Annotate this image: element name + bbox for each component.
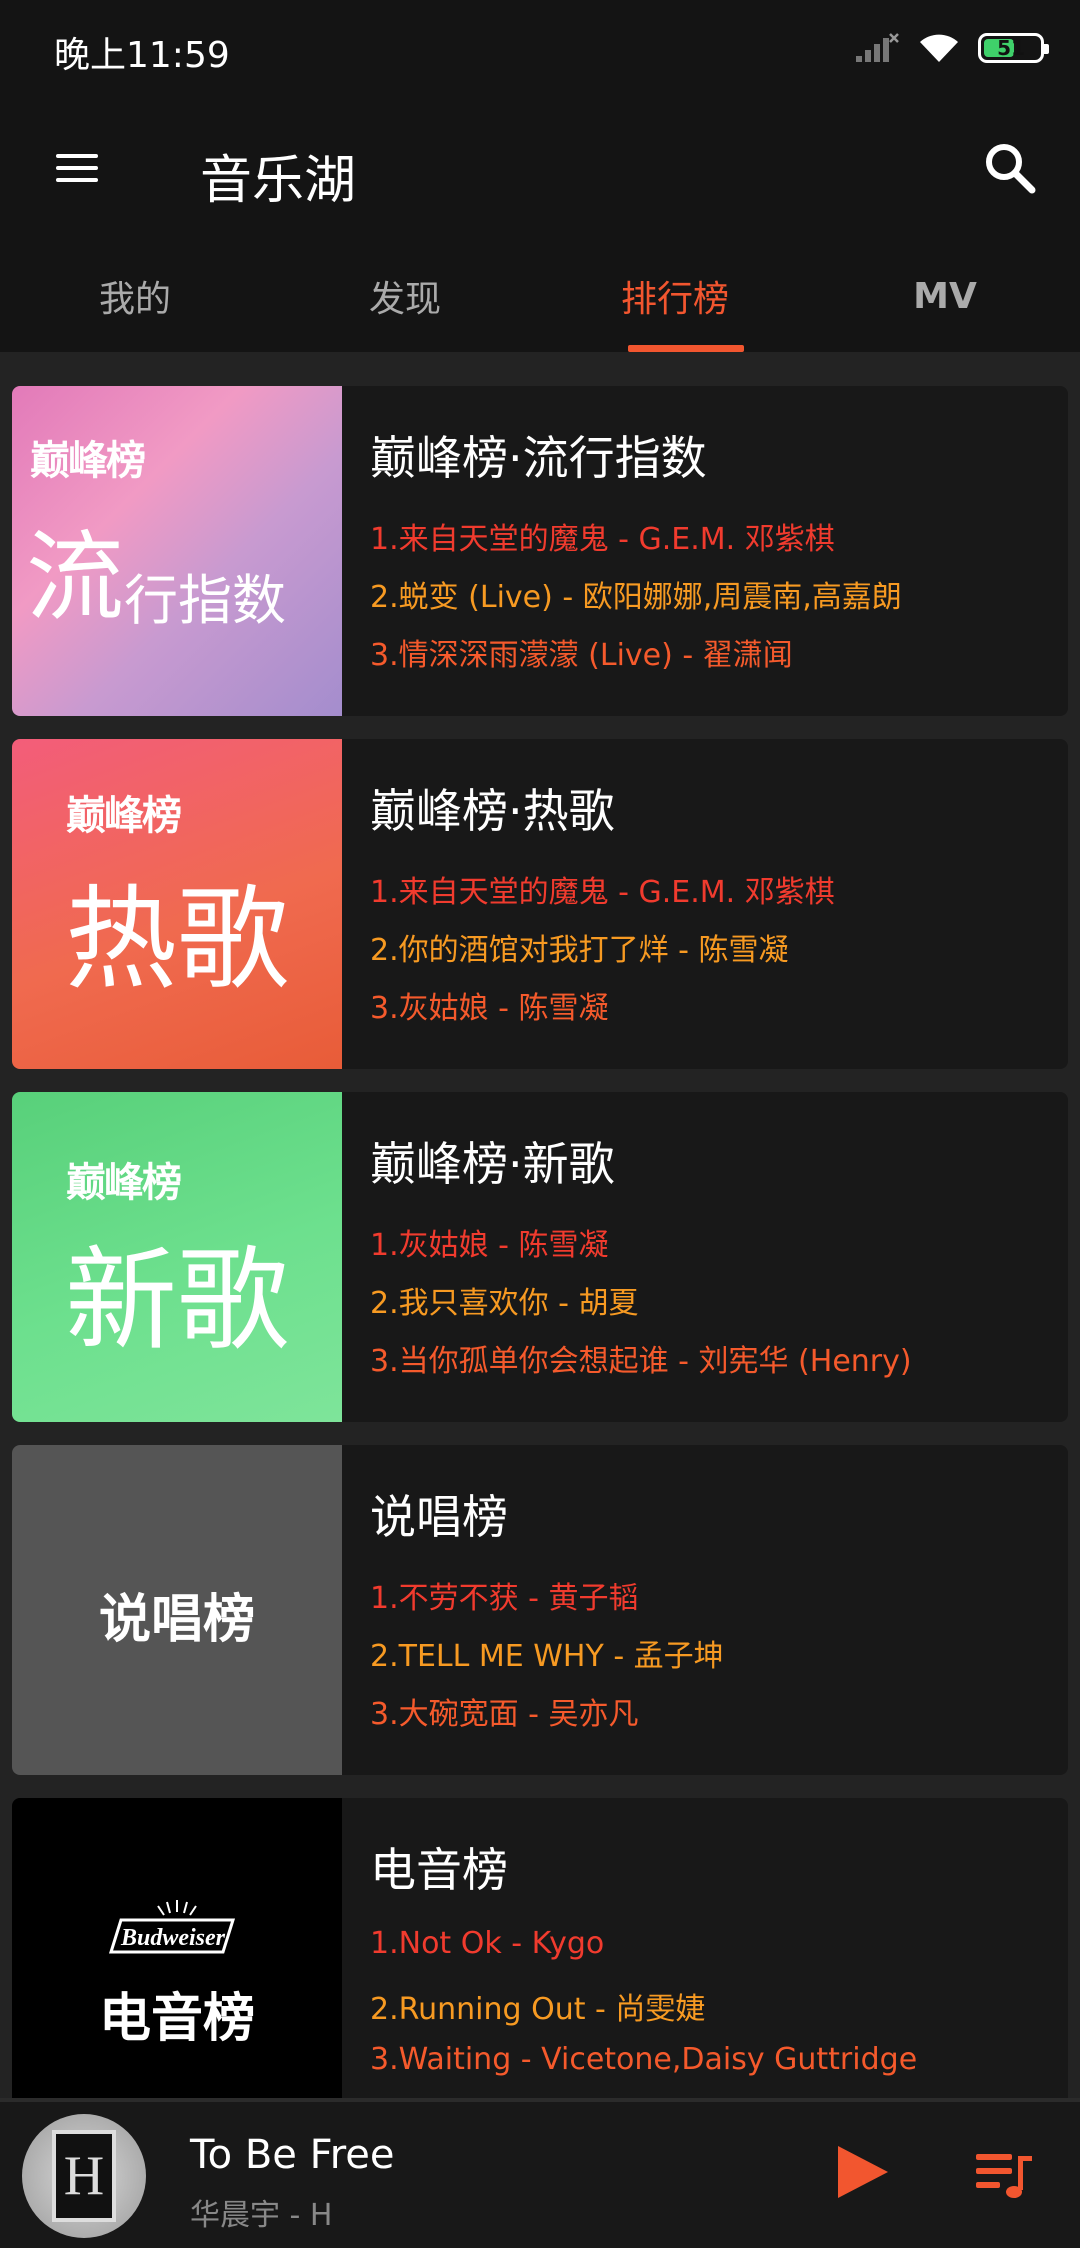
chart-song-1: 1.来自天堂的魔鬼 - G.E.M. 邓紫棋 xyxy=(370,875,835,910)
chart-info: 说唱榜 1.不劳不获 - 黄子韬 2.TELL ME WHY - 孟子坤 3.大… xyxy=(370,1445,1058,1775)
tab-mv[interactable]: MV xyxy=(810,240,1080,352)
cover-text: 电音榜 xyxy=(98,1989,255,2049)
album-art[interactable]: H xyxy=(22,2114,146,2238)
tab-discover[interactable]: 发现 xyxy=(270,240,540,352)
chart-cover: 巅峰榜 流 行指数 xyxy=(12,386,342,716)
chart-card-hot-songs[interactable]: 巅峰榜 热歌 巅峰榜·热歌 1.来自天堂的魔鬼 - G.E.M. 邓紫棋 2.你… xyxy=(12,739,1068,1069)
status-time: 晚上11:59 xyxy=(54,35,230,76)
chart-song-2: 2.Running Out - 尚雯婕 xyxy=(370,1992,706,2027)
chart-cover: Budweiser 电音榜 xyxy=(12,1798,342,2098)
chart-song-1: 1.Not Ok - Kygo xyxy=(370,1926,605,1961)
chart-title: 说唱榜 xyxy=(370,1490,508,1544)
battery-level: 51 xyxy=(997,36,1025,60)
player-artist: 华晨宇 - H xyxy=(190,2198,333,2233)
chart-title: 巅峰榜·热歌 xyxy=(370,784,615,838)
chart-song-2: 2.你的酒馆对我打了烊 - 陈雪凝 xyxy=(370,933,789,968)
cover-brand-text: 巅峰榜 xyxy=(30,438,146,484)
chart-info: 巅峰榜·热歌 1.来自天堂的魔鬼 - G.E.M. 邓紫棋 2.你的酒馆对我打了… xyxy=(370,739,1058,1069)
chart-list: 巅峰榜 流 行指数 巅峰榜·流行指数 1.来自天堂的魔鬼 - G.E.M. 邓紫… xyxy=(0,352,1080,2098)
chart-info: 巅峰榜·新歌 1.灰姑娘 - 陈雪凝 2.我只喜欢你 - 胡夏 3.当你孤单你会… xyxy=(370,1092,1058,1422)
chart-song-1: 1.来自天堂的魔鬼 - G.E.M. 邓紫棋 xyxy=(370,522,835,557)
chart-title: 电音榜 xyxy=(370,1843,508,1897)
cover-brand-text: 巅峰榜 xyxy=(66,793,182,839)
chart-title: 巅峰榜·流行指数 xyxy=(370,431,707,485)
chart-song-2: 2.蜕变 (Live) - 欧阳娜娜,周震南,高嘉朗 xyxy=(370,580,902,615)
chart-song-3: 3.灰姑娘 - 陈雪凝 xyxy=(370,991,609,1026)
chart-song-3: 3.当你孤单你会想起谁 - 刘宪华 (Henry) xyxy=(370,1344,912,1379)
chart-cover: 巅峰榜 新歌 xyxy=(12,1092,342,1422)
chart-card-electronic[interactable]: Budweiser 电音榜 电音榜 1.Not Ok - Kygo 2.Runn… xyxy=(12,1798,1068,2098)
status-bar: 晚上11:59 51 xyxy=(0,0,1080,100)
album-letter: H xyxy=(63,2145,105,2207)
cover-small-text: 行指数 xyxy=(124,569,286,632)
tab-bar: 我的 发现 排行榜 MV xyxy=(0,240,1080,352)
budweiser-logo-text: Budweiser xyxy=(120,1925,226,1951)
cover-text: 热歌 xyxy=(65,875,289,1005)
search-icon[interactable] xyxy=(980,138,1040,198)
play-icon[interactable] xyxy=(832,2142,892,2202)
playlist-queue-icon[interactable] xyxy=(974,2146,1034,2202)
chart-song-3: 3.情深深雨濛濛 (Live) - 翟潇闻 xyxy=(370,638,793,673)
cell-signal-icon xyxy=(856,33,899,62)
chart-song-2: 2.我只喜欢你 - 胡夏 xyxy=(370,1286,639,1321)
chart-cover: 说唱榜 xyxy=(12,1445,342,1775)
chart-card-new-songs[interactable]: 巅峰榜 新歌 巅峰榜·新歌 1.灰姑娘 - 陈雪凝 2.我只喜欢你 - 胡夏 3… xyxy=(12,1092,1068,1422)
chart-song-1: 1.灰姑娘 - 陈雪凝 xyxy=(370,1228,609,1263)
chart-song-1: 1.不劳不获 - 黄子韬 xyxy=(370,1581,639,1616)
wifi-icon xyxy=(920,34,958,62)
app-title: 音乐湖 xyxy=(200,151,357,211)
chart-song-3: 3.大碗宽面 - 吴亦凡 xyxy=(370,1697,639,1732)
status-icons: 51 xyxy=(854,28,1049,68)
menu-icon[interactable] xyxy=(56,150,98,186)
chart-cover: 巅峰榜 热歌 xyxy=(12,739,342,1069)
chart-title: 巅峰榜·新歌 xyxy=(370,1137,615,1191)
app-bar: 音乐湖 xyxy=(0,100,1080,240)
cover-text: 说唱榜 xyxy=(98,1590,255,1650)
cover-text: 新歌 xyxy=(65,1236,289,1366)
tab-mine[interactable]: 我的 xyxy=(0,240,270,352)
album-cover: H xyxy=(52,2130,116,2222)
chart-card-pop-index[interactable]: 巅峰榜 流 行指数 巅峰榜·流行指数 1.来自天堂的魔鬼 - G.E.M. 邓紫… xyxy=(12,386,1068,716)
chart-song-2: 2.TELL ME WHY - 孟子坤 xyxy=(370,1639,724,1674)
chart-info: 巅峰榜·流行指数 1.来自天堂的魔鬼 - G.E.M. 邓紫棋 2.蜕变 (Li… xyxy=(370,386,1058,716)
chart-info: 电音榜 1.Not Ok - Kygo 2.Running Out - 尚雯婕 … xyxy=(370,1798,1058,2098)
mini-player[interactable]: H To Be Free 华晨宇 - H xyxy=(0,2098,1080,2248)
player-song-title: To Be Free xyxy=(190,2132,395,2178)
tab-charts[interactable]: 排行榜 xyxy=(540,240,810,352)
cover-brand-text: 巅峰榜 xyxy=(66,1160,182,1206)
battery-icon: 51 xyxy=(978,33,1049,63)
chart-song-3: 3.Waiting - Vicetone,Daisy Guttridge xyxy=(370,2042,918,2077)
cover-big-text: 流 xyxy=(26,521,125,635)
budweiser-logo: Budweiser xyxy=(108,1900,236,1954)
chart-card-rap[interactable]: 说唱榜 说唱榜 1.不劳不获 - 黄子韬 2.TELL ME WHY - 孟子坤… xyxy=(12,1445,1068,1775)
